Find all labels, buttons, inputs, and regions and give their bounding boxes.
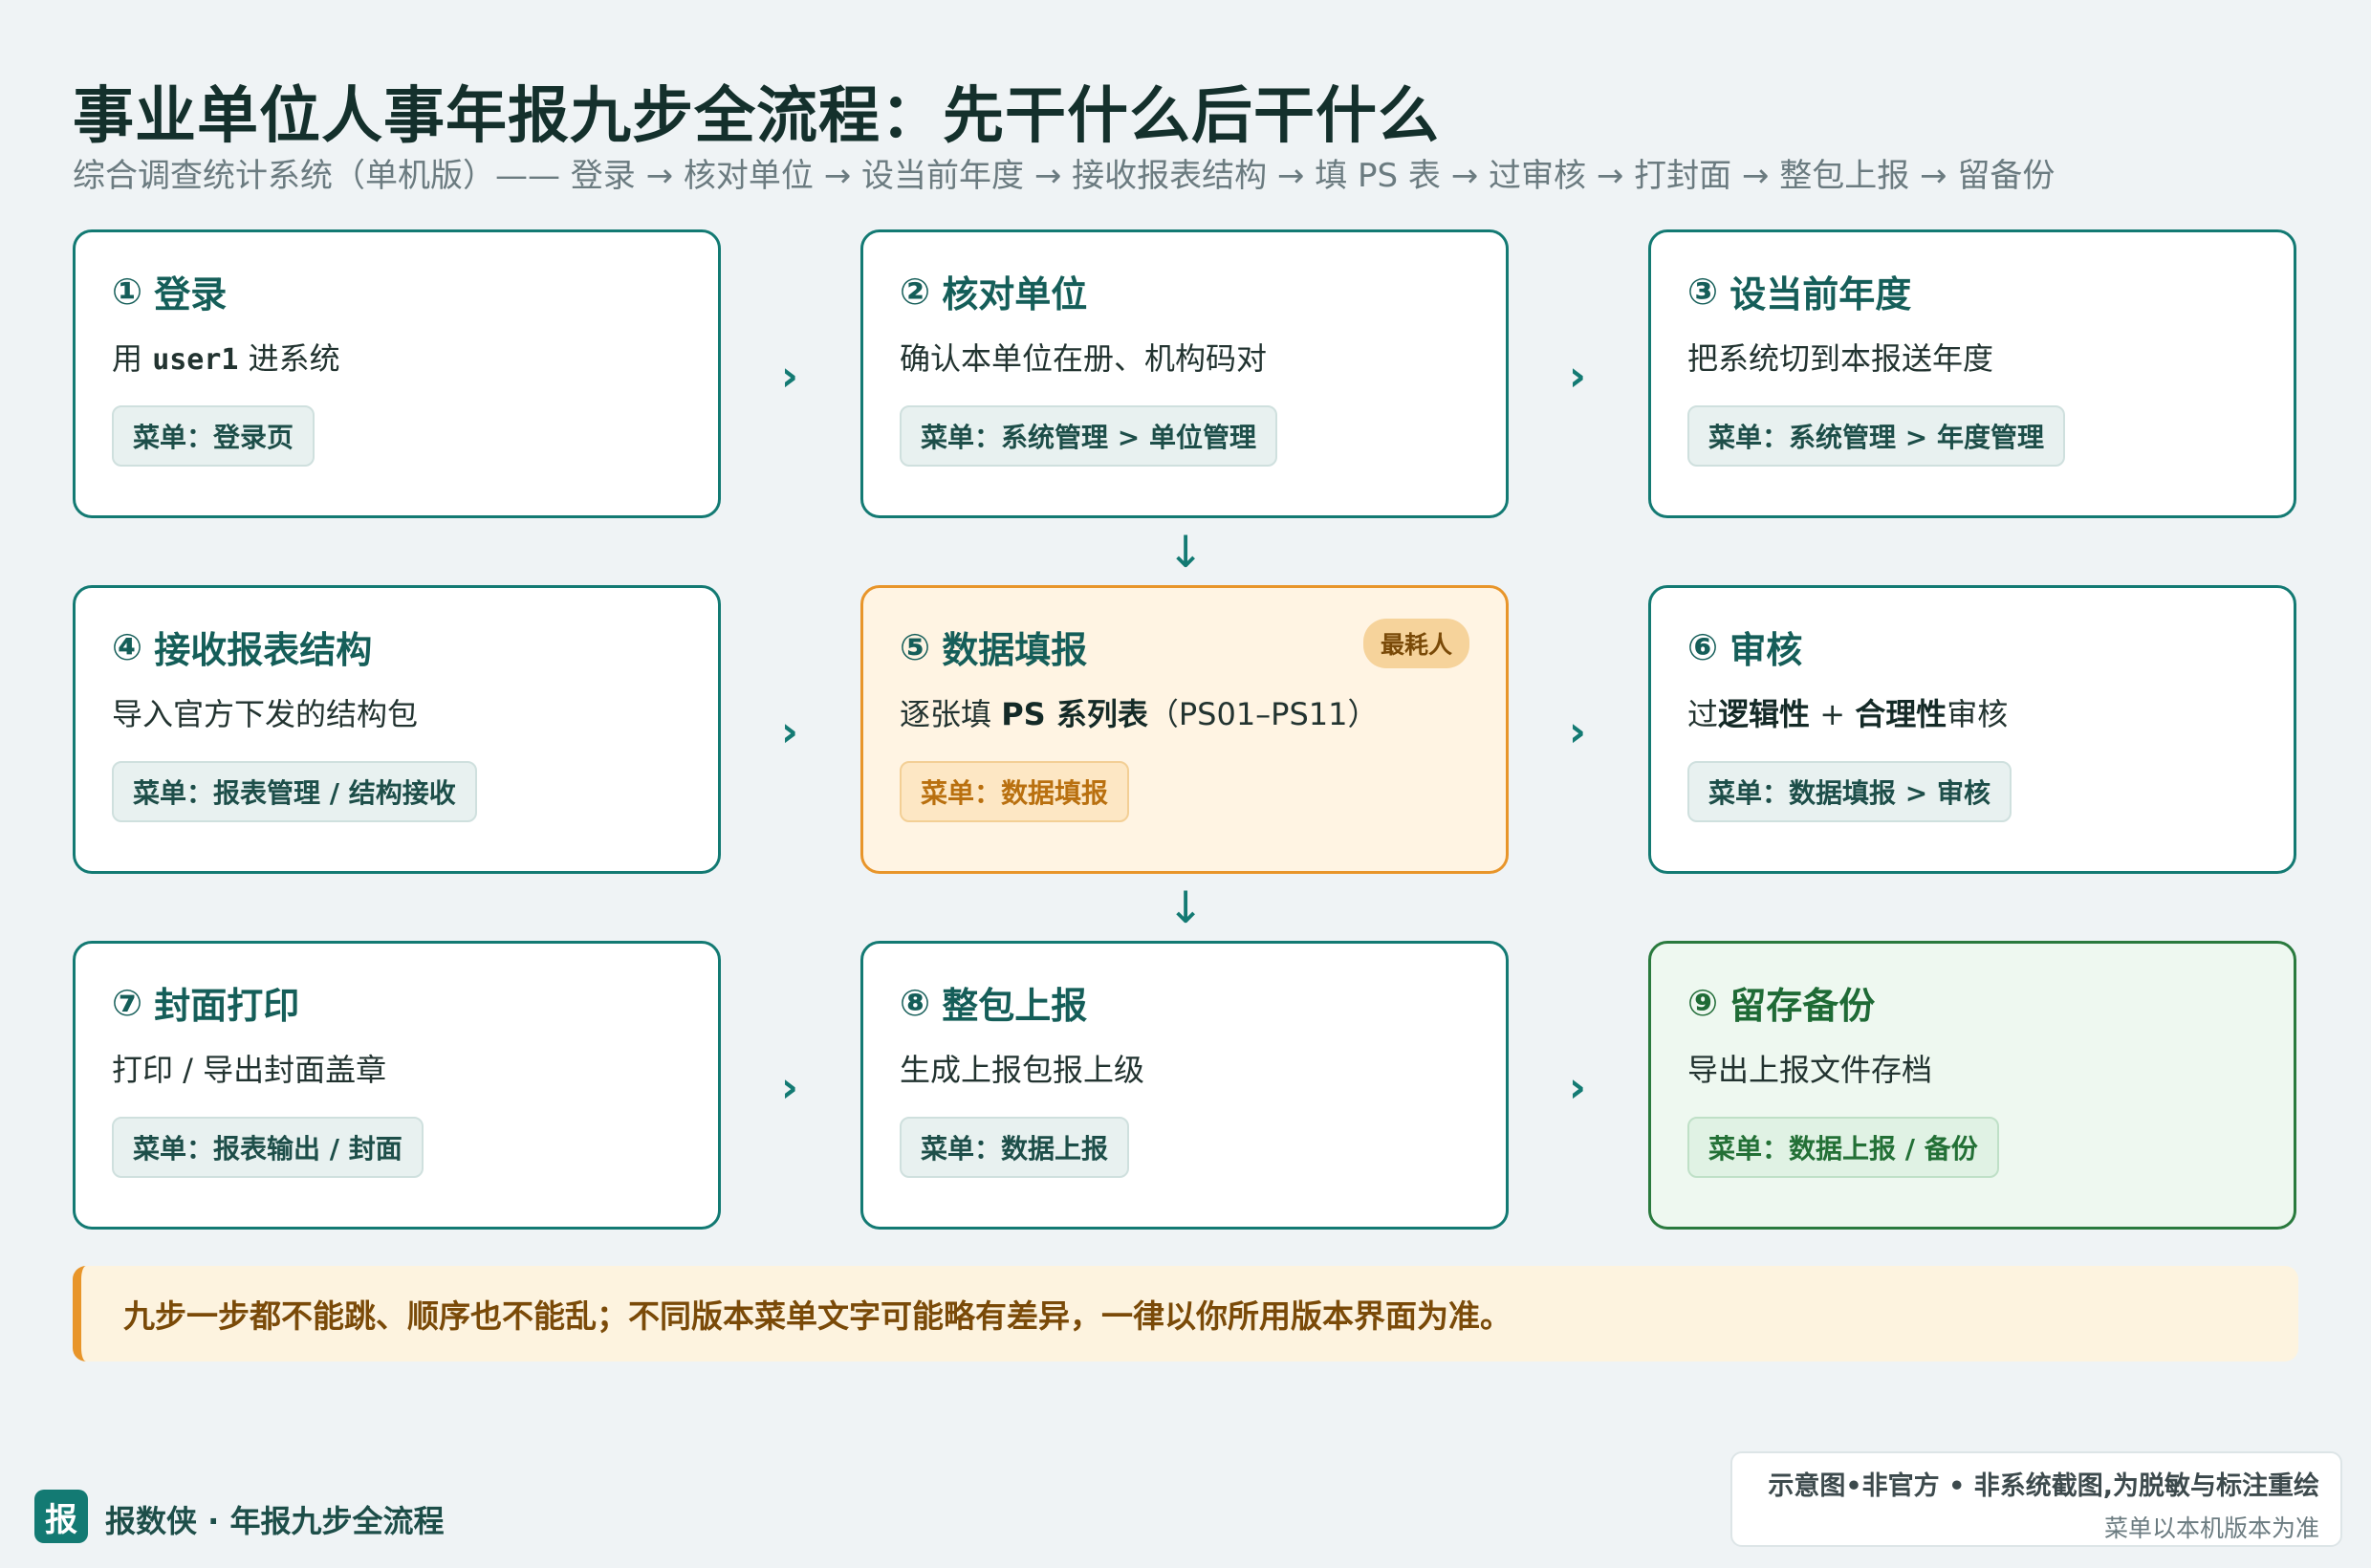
- arrow-right-icon: ›: [1568, 352, 1587, 401]
- step-title-text: 审核: [1729, 629, 1803, 671]
- step-number: ⑨: [1687, 981, 1719, 1024]
- step-description: 导出上报文件存档: [1687, 1052, 1933, 1088]
- arrow-right-icon: ›: [780, 1063, 799, 1112]
- disclaimer-line-1: 示意图•非官方 • 非系统截图,为脱敏与标注重绘: [1768, 1471, 2319, 1501]
- step-title-text: 接收报表结构: [154, 629, 373, 671]
- step-title-text: 留存备份: [1729, 985, 1876, 1027]
- step-title-text: 封面打印: [154, 985, 300, 1027]
- step-title: ⑨ 留存备份: [1687, 976, 2259, 1029]
- menu-path-tag: 菜单：报表管理 / 结构接收: [112, 761, 477, 822]
- step-number: ⑤: [900, 625, 931, 668]
- step-title-text: 整包上报: [942, 985, 1088, 1027]
- step-title: ⑥ 审核: [1687, 621, 2259, 673]
- step-card-data-entry: 最耗人 ⑤ 数据填报 逐张填 PS 系列表（PS01–PS11） 菜单：数据填报: [860, 585, 1509, 874]
- warning-note: 九步一步都不能跳、顺序也不能乱；不同版本菜单文字可能略有差异，一律以你所用版本界…: [73, 1266, 2298, 1361]
- menu-path-tag: 菜单：数据填报: [900, 761, 1130, 822]
- step-number: ⑦: [112, 981, 143, 1024]
- disclaimer-box: 示意图•非官方 • 非系统截图,为脱敏与标注重绘 菜单以本机版本为准: [1730, 1451, 2342, 1547]
- desc-text: +: [1810, 696, 1856, 732]
- step-description: 导入官方下发的结构包: [112, 696, 419, 732]
- step-number: ③: [1687, 270, 1719, 313]
- menu-path-tag: 菜单：登录页: [112, 405, 315, 467]
- step-title: ⑧ 整包上报: [900, 976, 1471, 1029]
- step-description: 打印 / 导出封面盖章: [112, 1052, 387, 1088]
- step-card-backup: ⑨ 留存备份 导出上报文件存档 菜单：数据上报 / 备份: [1648, 941, 2296, 1230]
- step-title: ① 登录: [112, 265, 684, 317]
- step-title: ④ 接收报表结构: [112, 621, 684, 673]
- page-subtitle: 综合调查统计系统（单机版）—— 登录 → 核对单位 → 设当前年度 → 接收报表…: [73, 157, 2056, 195]
- arrow-down-icon: ↓: [1166, 882, 1205, 933]
- step-title: ⑦ 封面打印: [112, 976, 684, 1029]
- step-description: 确认本单位在册、机构码对: [900, 340, 1268, 377]
- desc-text: （PS01–PS11）: [1147, 696, 1379, 732]
- arrow-right-icon: ›: [1568, 708, 1587, 756]
- desc-bold: 逻辑性: [1718, 696, 1811, 732]
- step-description: 用 user1 进系统: [112, 335, 684, 379]
- menu-path-tag: 菜单：数据上报 / 备份: [1687, 1117, 1999, 1178]
- desc-text: 进系统: [238, 340, 340, 377]
- menu-path-tag: 菜单：报表输出 / 封面: [112, 1117, 424, 1178]
- step-title: ③ 设当前年度: [1687, 265, 2259, 317]
- desc-text: 过: [1687, 696, 1719, 732]
- username-code: user1: [152, 343, 239, 377]
- step-card-set-year: ③ 设当前年度 把系统切到本报送年度 菜单：系统管理 > 年度管理: [1648, 229, 2296, 518]
- arrow-right-icon: ›: [780, 352, 799, 401]
- step-number: ⑥: [1687, 625, 1719, 668]
- step-number: ②: [900, 270, 931, 313]
- step-title-text: 登录: [154, 273, 228, 316]
- most-effort-badge: 最耗人: [1362, 619, 1469, 668]
- page-title: 事业单位人事年报九步全流程：先干什么后干什么: [73, 81, 1440, 152]
- step-number: ④: [112, 625, 143, 668]
- arrow-right-icon: ›: [780, 708, 799, 756]
- arrow-right-icon: ›: [1568, 1063, 1587, 1112]
- disclaimer-line-2: 菜单以本机版本为准: [2103, 1514, 2319, 1542]
- arrow-down-icon: ↓: [1166, 526, 1205, 577]
- step-description: 生成上报包报上级: [900, 1052, 1145, 1088]
- menu-path-tag: 菜单：数据填报 > 审核: [1687, 761, 2012, 822]
- step-card-audit: ⑥ 审核 过逻辑性 + 合理性审核 菜单：数据填报 > 审核: [1648, 585, 2296, 874]
- step-card-receive-structure: ④ 接收报表结构 导入官方下发的结构包 菜单：报表管理 / 结构接收: [73, 585, 721, 874]
- step-title-text: 设当前年度: [1729, 273, 1912, 316]
- step-description: 把系统切到本报送年度: [1687, 340, 1994, 377]
- step-title-text: 数据填报: [942, 629, 1088, 671]
- step-description: 逐张填 PS 系列表（PS01–PS11）: [900, 690, 1471, 734]
- step-title: ② 核对单位: [900, 265, 1471, 317]
- step-card-check-unit: ② 核对单位 确认本单位在册、机构码对 菜单：系统管理 > 单位管理: [860, 229, 1509, 518]
- step-title-text: 核对单位: [942, 273, 1088, 316]
- desc-text: 审核: [1947, 696, 2009, 732]
- step-card-login: ① 登录 用 user1 进系统 菜单：登录页: [73, 229, 721, 518]
- step-card-cover-print: ⑦ 封面打印 打印 / 导出封面盖章 菜单：报表输出 / 封面: [73, 941, 721, 1230]
- desc-bold: PS 系列表: [1001, 696, 1148, 732]
- brand-name: 报数侠 · 年报九步全流程: [105, 1503, 445, 1539]
- desc-bold: 合理性: [1855, 696, 1947, 732]
- step-number: ⑧: [900, 981, 931, 1024]
- step-number: ①: [112, 270, 143, 313]
- brand-logo: 报: [34, 1490, 88, 1543]
- step-description: 过逻辑性 + 合理性审核: [1687, 690, 2259, 734]
- desc-text: 逐张填: [900, 696, 1002, 732]
- menu-path-tag: 菜单：系统管理 > 年度管理: [1687, 405, 2065, 467]
- menu-path-tag: 菜单：系统管理 > 单位管理: [900, 405, 1277, 467]
- menu-path-tag: 菜单：数据上报: [900, 1117, 1130, 1178]
- step-card-submit-package: ⑧ 整包上报 生成上报包报上级 菜单：数据上报: [860, 941, 1509, 1230]
- desc-text: 用: [112, 340, 153, 377]
